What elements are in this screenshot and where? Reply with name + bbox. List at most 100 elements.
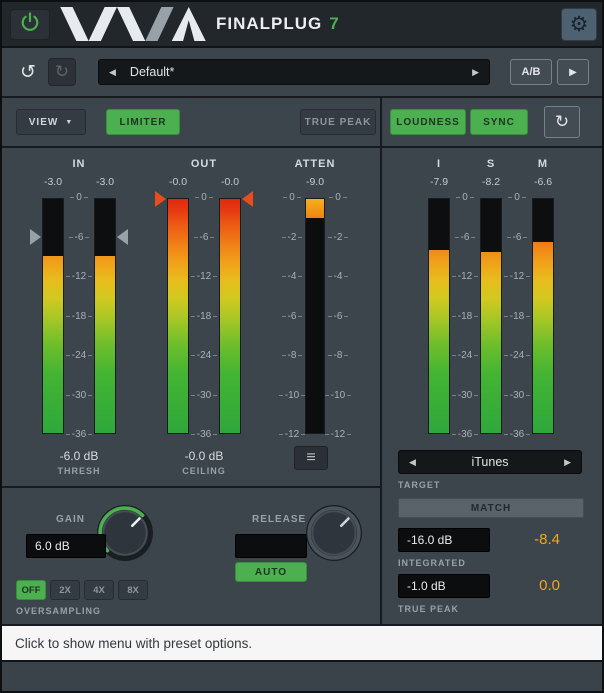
out-meter-right <box>219 198 241 434</box>
target-next-icon[interactable]: ▶ <box>564 458 571 467</box>
power-button[interactable] <box>10 9 50 40</box>
app-version: 7 <box>329 14 339 34</box>
redo-icon: ↻ <box>55 62 69 82</box>
oversampling-off-button[interactable]: OFF <box>16 580 46 600</box>
out-meter-scale: 0-6-12-18-24-30-36 <box>189 192 219 440</box>
view-menu-button[interactable]: VIEW ▼ <box>16 109 86 135</box>
match-button[interactable]: MATCH <box>398 498 584 518</box>
scale-tick-label: -6 <box>69 232 90 243</box>
ceiling-marker-left[interactable] <box>155 191 166 207</box>
preset-play-button[interactable]: ▶ <box>557 59 589 85</box>
threshold-marker-left[interactable] <box>30 229 41 245</box>
scale-tick-label: -6 <box>455 232 476 243</box>
scale-tick-label: -18 <box>66 311 92 322</box>
preset-prev-icon[interactable]: ◀ <box>109 68 116 77</box>
app-name: FINALPLUG <box>216 14 322 34</box>
atten-meter <box>305 198 325 434</box>
atten-peak-value: -9.0 <box>306 176 324 192</box>
release-value-field[interactable] <box>235 534 307 558</box>
scale-tick-label: -6 <box>282 311 303 322</box>
scale-tick-label: 0 <box>329 192 347 203</box>
preset-selector[interactable]: ◀ Default* ▶ <box>98 59 490 85</box>
meter-menu-button[interactable]: ≡ <box>294 446 328 470</box>
input-meter-group: IN -3.0 -3.0 0-6-12-18-24-30-36 -6.0 dB … <box>29 158 129 476</box>
ab-label: A/B <box>522 66 541 78</box>
dynamics-panel: GAIN 6.0 dB RELEASE AUTO OFF 2X 4X <box>2 488 380 626</box>
scale-tick-label: -24 <box>66 350 92 361</box>
in-meter-scale: 0-6-12-18-24-30-36 <box>64 192 94 440</box>
toolbar-right: LOUDNESS SYNC ↻ <box>382 98 602 148</box>
wave-arts-logo-icon <box>59 7 207 46</box>
ceiling-marker-right[interactable] <box>242 191 253 207</box>
match-label: MATCH <box>471 503 511 514</box>
oversampling-label: OVERSAMPLING <box>16 606 101 616</box>
scale-tick-label: -6 <box>507 232 528 243</box>
scale-tick-label: -24 <box>452 350 478 361</box>
true-peak-label: TRUE PEAK <box>305 117 372 128</box>
ab-compare-button[interactable]: A/B <box>510 59 552 85</box>
scale-tick-label: -24 <box>191 350 217 361</box>
out-meter-title: OUT <box>191 158 217 176</box>
preset-bar: ↺ ↻ ◀ Default* ▶ A/B ▶ <box>2 48 602 98</box>
scale-tick-label: -8 <box>328 350 349 361</box>
gain-value-field[interactable]: 6.0 dB <box>26 534 106 558</box>
ceiling-value[interactable]: -0.0 dB <box>185 449 224 463</box>
threshold-marker-right[interactable] <box>117 229 128 245</box>
redo-button[interactable]: ↻ <box>48 58 76 86</box>
atten-meter-title: ATTEN <box>295 158 336 176</box>
gain-label: GAIN <box>56 514 85 525</box>
scale-tick-label: 0 <box>283 192 301 203</box>
i-value: -7.9 <box>430 176 448 192</box>
view-label: VIEW <box>29 117 59 128</box>
thresh-marker-zone <box>29 198 42 434</box>
scale-tick-label: -36 <box>504 429 530 440</box>
limiter-meters-panel: IN -3.0 -3.0 0-6-12-18-24-30-36 -6.0 dB … <box>2 148 380 488</box>
out-peak-value: -0.0 <box>169 176 187 192</box>
integrated-label: INTEGRATED <box>398 558 466 568</box>
threshold-value[interactable]: -6.0 dB <box>60 449 99 463</box>
loudness-scale: 0-6-12-18-24-30-36 <box>450 192 480 440</box>
loudness-toggle-button[interactable]: LOUDNESS <box>390 109 466 135</box>
oversampling-4x-button[interactable]: 4X <box>84 580 114 600</box>
oversampling-8x-button[interactable]: 8X <box>118 580 148 600</box>
s-value: -8.2 <box>482 176 500 192</box>
target-prev-icon[interactable]: ◀ <box>409 458 416 467</box>
auto-release-button[interactable]: AUTO <box>235 562 307 582</box>
release-knob[interactable] <box>305 504 363 567</box>
chevron-down-icon: ▼ <box>65 119 73 126</box>
sync-toggle-button[interactable]: SYNC <box>470 109 528 135</box>
undo-button[interactable]: ↺ <box>14 58 42 86</box>
scale-tick-label: -8 <box>282 350 303 361</box>
gear-icon: ⚙ <box>570 14 589 35</box>
loudness-label: LOUDNESS <box>396 117 460 128</box>
oversampling-2x-button[interactable]: 2X <box>50 580 80 600</box>
integrated-target-field[interactable]: -16.0 dB <box>398 528 490 552</box>
scale-tick-label: -4 <box>328 271 349 282</box>
output-meter-group: OUT -0.0 -0.0 0-6-12-18-24-30-36 -0.0 dB… <box>154 158 254 476</box>
attenuation-meter-group: ATTEN -9.0 0-2-4-6-8-10-12 0-2-4-6-8-10-… <box>279 158 351 440</box>
in-meter-left <box>42 198 64 434</box>
target-selector[interactable]: ◀ iTunes ▶ <box>398 450 582 474</box>
atten-scale-right: 0-2-4-6-8-10-12 <box>325 192 351 440</box>
scale-tick-label: -12 <box>504 271 530 282</box>
sync-label: SYNC <box>483 117 515 128</box>
scale-tick-label: -12 <box>279 429 305 440</box>
auto-label: AUTO <box>255 567 287 578</box>
release-label: RELEASE <box>252 514 306 525</box>
target-selected: iTunes <box>416 455 564 469</box>
in-meter-right <box>94 198 116 434</box>
toolbar-left: VIEW ▼ LIMITER TRUE PEAK <box>2 98 380 148</box>
true-peak-toggle-button[interactable]: TRUE PEAK <box>300 109 376 135</box>
ceiling-label: CEILING <box>182 466 226 476</box>
limiter-toggle-button[interactable]: LIMITER <box>106 109 180 135</box>
scale-tick-label: -30 <box>191 390 217 401</box>
true-peak-target-field[interactable]: -1.0 dB <box>398 574 490 598</box>
loudness-panel: I S M -7.9 -8.2 -6.6 0-6-12-18-24-30-36 … <box>382 148 602 626</box>
i-meter <box>428 198 450 434</box>
loudness-scale: 0-6-12-18-24-30-36 <box>502 192 532 440</box>
settings-button[interactable]: ⚙ <box>561 8 597 41</box>
in-peak-value: -3.0 <box>44 176 62 192</box>
preset-next-icon[interactable]: ▶ <box>472 68 479 77</box>
loudness-reset-button[interactable]: ↻ <box>544 106 580 138</box>
out-peak-value: -0.0 <box>221 176 239 192</box>
